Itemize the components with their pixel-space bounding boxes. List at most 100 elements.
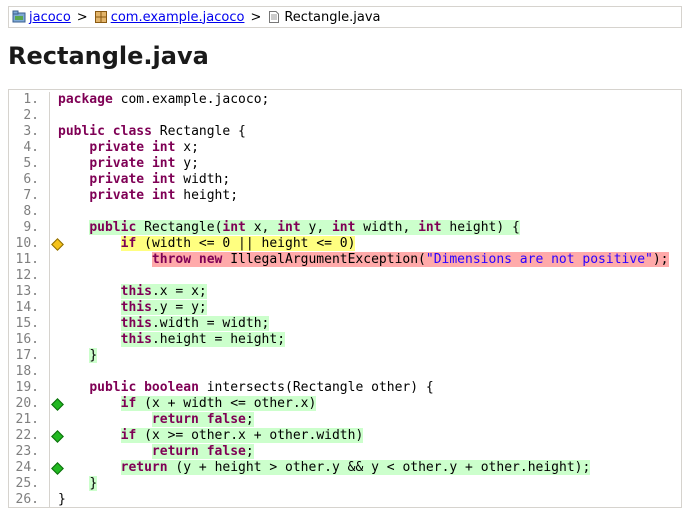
line-number: 17. bbox=[15, 348, 39, 363]
code-text: public boolean intersects(Rectangle othe… bbox=[58, 380, 434, 396]
line-number: 21. bbox=[15, 412, 39, 427]
code-line: 18. bbox=[9, 364, 681, 380]
code-statement: return false; bbox=[151, 444, 254, 459]
line-number: 15. bbox=[15, 316, 39, 331]
code-line: 21. return false; bbox=[9, 412, 681, 428]
code-text: private int y; bbox=[58, 156, 199, 172]
code-statement: } bbox=[89, 476, 98, 491]
breadcrumb: jacoco > com.example.jacoco > Rectangle.… bbox=[8, 6, 682, 28]
code-statement: this.height = height; bbox=[120, 332, 286, 347]
code-text: public Rectangle(int x, int y, int width… bbox=[58, 220, 520, 236]
code-text: package com.example.jacoco; bbox=[58, 92, 269, 108]
breadcrumb-item-project[interactable]: jacoco bbox=[12, 10, 71, 25]
code-statement: this.width = width; bbox=[120, 316, 270, 331]
code-text: this.y = y; bbox=[58, 300, 207, 316]
code-text: this.width = width; bbox=[58, 316, 270, 332]
code-line: 14. this.y = y; bbox=[9, 300, 681, 316]
file-icon bbox=[267, 10, 281, 24]
breadcrumb-current-file: Rectangle.java bbox=[284, 9, 381, 25]
source-code-panel: 1. package com.example.jacoco; 2. 3. public … bbox=[8, 89, 682, 508]
code-line: 25. } bbox=[9, 476, 681, 492]
code-line: 8. bbox=[9, 204, 681, 220]
code-line: 6. private int width; bbox=[9, 172, 681, 188]
gutter-divider bbox=[49, 444, 50, 460]
code-statement: return false; bbox=[151, 412, 254, 427]
gutter-divider bbox=[49, 332, 50, 348]
line-number: 24. bbox=[15, 460, 39, 475]
code-line: 2. bbox=[9, 108, 681, 124]
line-number: 20. bbox=[15, 396, 39, 411]
gutter-divider bbox=[49, 252, 50, 268]
breadcrumb-link-project[interactable]: jacoco bbox=[29, 10, 71, 25]
code-text: return (y + height > other.y && y < othe… bbox=[58, 460, 591, 476]
breadcrumb-link-package[interactable]: com.example.jacoco bbox=[111, 10, 245, 25]
code-line: 3. public class Rectangle { bbox=[9, 124, 681, 140]
code-text: return false; bbox=[58, 412, 254, 428]
code-line: 15. this.width = width; bbox=[9, 316, 681, 332]
gutter-divider bbox=[49, 188, 50, 204]
code-line: 26.} bbox=[9, 492, 681, 507]
code-text: } bbox=[58, 348, 98, 364]
line-number: 7. bbox=[23, 188, 39, 203]
gutter-divider bbox=[49, 492, 50, 507]
line-number: 12. bbox=[15, 268, 39, 283]
package-icon bbox=[94, 10, 108, 24]
code-line: 11. throw new IllegalArgumentException("… bbox=[9, 252, 681, 268]
breadcrumb-separator: > bbox=[250, 9, 262, 25]
code-line: 4. private int x; bbox=[9, 140, 681, 156]
breadcrumb-item-package[interactable]: com.example.jacoco bbox=[94, 10, 245, 25]
gutter-divider bbox=[49, 284, 50, 300]
code-statement: private int width; bbox=[89, 172, 231, 187]
line-number: 4. bbox=[23, 140, 39, 155]
code-statement: package com.example.jacoco; bbox=[58, 92, 270, 107]
code-text: private int height; bbox=[58, 188, 238, 204]
code-statement: public boolean intersects(Rectangle othe… bbox=[89, 380, 434, 395]
page-title: Rectangle.java bbox=[8, 42, 209, 70]
code-text: public class Rectangle { bbox=[58, 124, 246, 140]
code-statement: private int x; bbox=[89, 140, 199, 155]
gutter-divider bbox=[49, 156, 50, 172]
line-number: 19. bbox=[15, 380, 39, 395]
code-text: return false; bbox=[58, 444, 254, 460]
line-number: 6. bbox=[23, 172, 39, 187]
code-text: private int width; bbox=[58, 172, 230, 188]
code-text: if (x >= other.x + other.width) bbox=[58, 428, 364, 444]
code-line: 16. this.height = height; bbox=[9, 332, 681, 348]
gutter-divider bbox=[49, 364, 50, 380]
gutter-divider bbox=[49, 380, 50, 396]
code-statement: if (x + width <= other.x) bbox=[120, 396, 317, 411]
code-line: 13. this.x = x; bbox=[9, 284, 681, 300]
gutter-divider bbox=[49, 204, 50, 220]
code-statement: if (x >= other.x + other.width) bbox=[120, 428, 364, 443]
gutter-divider bbox=[49, 124, 50, 140]
line-number: 11. bbox=[15, 252, 39, 267]
line-number: 23. bbox=[15, 444, 39, 459]
code-text: private int x; bbox=[58, 140, 199, 156]
gutter-divider bbox=[49, 316, 50, 332]
gutter-divider bbox=[49, 476, 50, 492]
code-line: 19. public boolean intersects(Rectangle … bbox=[9, 380, 681, 396]
code-statement: private int height; bbox=[89, 188, 239, 203]
code-line: 5. private int y; bbox=[9, 156, 681, 172]
gutter-divider bbox=[49, 220, 50, 236]
code-statement: this.y = y; bbox=[120, 300, 207, 315]
line-number: 9. bbox=[23, 220, 39, 235]
code-statement: } bbox=[58, 492, 66, 507]
code-line: 17. } bbox=[9, 348, 681, 364]
code-text: throw new IllegalArgumentException("Dime… bbox=[58, 252, 669, 268]
project-icon bbox=[12, 10, 26, 24]
code-line: 7. private int height; bbox=[9, 188, 681, 204]
breadcrumb-item-file: Rectangle.java bbox=[267, 9, 381, 25]
code-statement: throw new IllegalArgumentException("Dime… bbox=[151, 252, 669, 267]
code-line: 23. return false; bbox=[9, 444, 681, 460]
code-line: 20. if (x + width <= other.x) bbox=[9, 396, 681, 412]
breadcrumb-separator: > bbox=[76, 9, 88, 25]
code-statement: public class Rectangle { bbox=[58, 124, 246, 139]
code-text: this.height = height; bbox=[58, 332, 286, 348]
code-line: 12. bbox=[9, 268, 681, 284]
gutter-divider bbox=[49, 412, 50, 428]
code-line: 10. if (width <= 0 || height <= 0) bbox=[9, 236, 681, 252]
code-statement: this.x = x; bbox=[120, 284, 207, 299]
gutter-divider bbox=[49, 92, 50, 108]
line-number: 10. bbox=[15, 236, 39, 251]
